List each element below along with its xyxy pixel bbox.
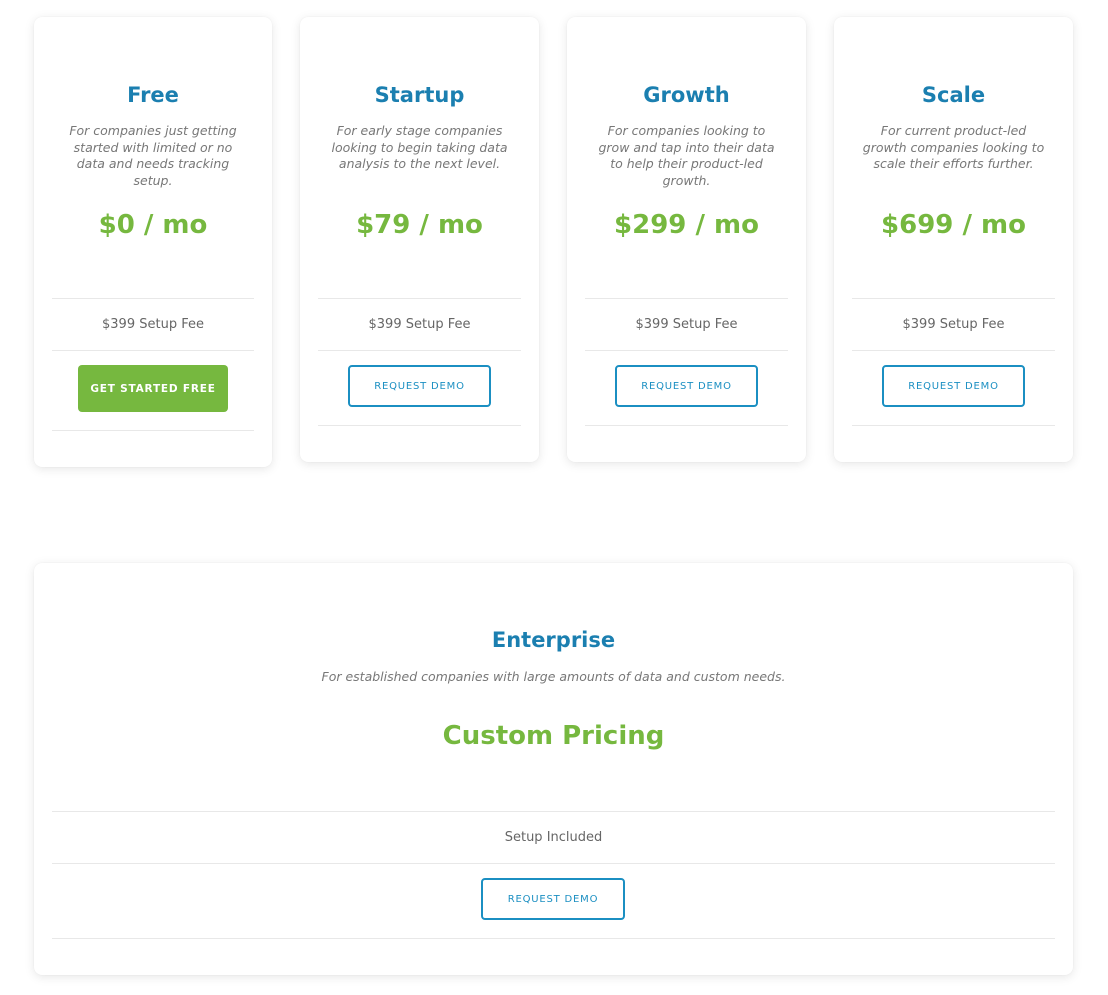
plan-description: For companies just getting started with … bbox=[69, 123, 237, 188]
plan-title: Startup bbox=[374, 83, 465, 107]
divider bbox=[52, 811, 1055, 812]
get-started-free-button[interactable]: GET STARTED FREE bbox=[78, 365, 228, 412]
plan-description: For companies looking to grow and tap in… bbox=[598, 123, 775, 188]
setup-fee: $399 Setup Fee bbox=[902, 317, 1005, 332]
request-demo-button[interactable]: REQUEST DEMO bbox=[348, 365, 491, 407]
setup-fee: $399 Setup Fee bbox=[102, 317, 204, 332]
divider bbox=[52, 298, 254, 299]
divider bbox=[318, 350, 521, 351]
plan-title: Growth bbox=[643, 83, 730, 107]
plan-price: $299 / mo bbox=[614, 210, 759, 240]
divider bbox=[52, 350, 254, 351]
request-demo-button[interactable]: REQUEST DEMO bbox=[615, 365, 758, 407]
divider bbox=[318, 298, 521, 299]
request-demo-button[interactable]: REQUEST DEMO bbox=[481, 878, 625, 920]
plan-price: $699 / mo bbox=[881, 210, 1026, 240]
plan-title: Free bbox=[127, 83, 179, 107]
plan-card-startup: Startup For early stage companies lookin… bbox=[300, 17, 539, 462]
divider bbox=[585, 425, 788, 426]
plan-card-free: Free For companies just getting started … bbox=[34, 17, 272, 467]
plan-description: For current product-led growth companies… bbox=[862, 123, 1045, 171]
divider bbox=[585, 350, 788, 351]
plan-description: For established companies with large amo… bbox=[321, 669, 786, 684]
plan-price: Custom Pricing bbox=[442, 721, 665, 751]
plan-card-scale: Scale For current product-led growth com… bbox=[834, 17, 1073, 462]
plan-card-growth: Growth For companies looking to grow and… bbox=[567, 17, 806, 462]
divider bbox=[318, 425, 521, 426]
setup-fee: $399 Setup Fee bbox=[635, 317, 738, 332]
divider bbox=[52, 863, 1055, 864]
request-demo-button[interactable]: REQUEST DEMO bbox=[882, 365, 1025, 407]
plan-description: For early stage companies looking to beg… bbox=[331, 123, 508, 171]
plan-title: Enterprise bbox=[491, 628, 616, 652]
plan-price: $0 / mo bbox=[98, 210, 208, 240]
divider bbox=[52, 938, 1055, 939]
setup-included: Setup Included bbox=[504, 830, 603, 845]
divider bbox=[585, 298, 788, 299]
divider bbox=[852, 350, 1055, 351]
divider bbox=[852, 425, 1055, 426]
divider bbox=[852, 298, 1055, 299]
divider bbox=[52, 430, 254, 431]
plan-card-enterprise: Enterprise For established companies wit… bbox=[34, 563, 1073, 975]
plan-title: Scale bbox=[921, 83, 986, 107]
plan-price: $79 / mo bbox=[356, 210, 483, 240]
setup-fee: $399 Setup Fee bbox=[368, 317, 471, 332]
